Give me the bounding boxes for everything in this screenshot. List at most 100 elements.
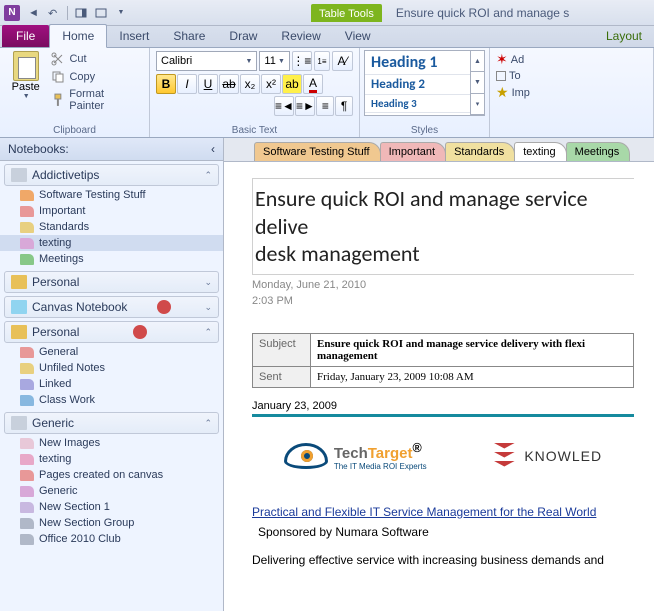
notebook-name: Addictivetips [32, 168, 99, 182]
section-item[interactable]: Software Testing Stuff [0, 187, 223, 203]
subscript-button[interactable]: x₂ [240, 74, 260, 94]
notebook-header[interactable]: Personal ⌄ [4, 271, 219, 293]
section-name: Meetings [39, 253, 84, 265]
underline-button[interactable]: U [198, 74, 218, 94]
style-heading2[interactable]: Heading 2 [365, 75, 470, 95]
section-tab[interactable]: Meetings [566, 142, 631, 161]
section-item[interactable]: Office 2010 Club [0, 531, 223, 547]
font-name-dropdown[interactable]: Calibri▼ [156, 51, 257, 71]
section-item[interactable]: Generic [0, 483, 223, 499]
format-painter-button[interactable]: Format Painter [49, 87, 143, 113]
section-name: Software Testing Stuff [39, 189, 146, 201]
tab-draw[interactable]: Draw [217, 25, 269, 47]
tab-insert[interactable]: Insert [107, 25, 161, 47]
section-item[interactable]: New Section 1 [0, 499, 223, 515]
section-item[interactable]: New Images [0, 435, 223, 451]
clear-format-button[interactable]: A⁄ [332, 51, 353, 71]
gallery-down-button[interactable]: ▼ [471, 72, 484, 93]
strikethrough-button[interactable]: ab [219, 74, 239, 94]
notebook-icon [11, 325, 27, 339]
section-item[interactable]: Pages created on canvas [0, 467, 223, 483]
section-tab[interactable]: Standards [445, 142, 515, 161]
tab-view[interactable]: View [333, 25, 383, 47]
section-tab-icon [20, 502, 34, 513]
section-tab[interactable]: texting [514, 142, 566, 161]
section-item[interactable]: Linked [0, 376, 223, 392]
tab-share[interactable]: Share [161, 25, 217, 47]
section-tab[interactable]: Important [380, 142, 446, 161]
paragraph-spacing-button[interactable]: ¶ [335, 96, 353, 116]
section-item[interactable]: Unfiled Notes [0, 360, 223, 376]
extra-imp-button[interactable]: ★Imp [496, 84, 647, 101]
tab-home[interactable]: Home [49, 24, 107, 48]
section-name: Linked [39, 378, 71, 390]
style-heading1[interactable]: Heading 1 [365, 51, 470, 75]
qat-back-button[interactable]: ◄ [25, 4, 43, 22]
section-item[interactable]: texting [0, 451, 223, 467]
tab-review[interactable]: Review [269, 25, 332, 47]
notebook-icon [11, 275, 27, 289]
file-tab[interactable]: File [2, 25, 49, 47]
notebook-name: Generic [32, 416, 74, 430]
styles-group-label: Styles [360, 125, 489, 136]
section-item[interactable]: Important [0, 203, 223, 219]
notebook-header[interactable]: Canvas Notebook ⌄ [4, 296, 219, 318]
section-item[interactable]: Class Work [0, 392, 223, 408]
bullets-button[interactable]: ⋮≡ [292, 51, 312, 71]
section-name: Unfiled Notes [39, 362, 105, 374]
page-title[interactable]: Ensure quick ROI and manage service deli… [252, 178, 634, 275]
notebook-icon [11, 416, 27, 430]
font-color-button[interactable]: A [303, 74, 323, 94]
tab-layout[interactable]: Layout [594, 25, 654, 47]
table-row: Sent Friday, January 23, 2009 10:08 AM [253, 366, 634, 387]
sidebar-header[interactable]: Notebooks: ‹ [0, 138, 223, 161]
styles-gallery[interactable]: Heading 1 Heading 2 Heading 3 ▲ ▼ ▾ [364, 50, 485, 116]
extra-to-button[interactable]: To [496, 70, 647, 82]
bold-button[interactable]: B [156, 74, 176, 94]
section-item[interactable]: texting [0, 235, 223, 251]
article-link[interactable]: Practical and Flexible IT Service Manage… [252, 505, 596, 519]
numbering-button[interactable]: 1≡ [314, 51, 330, 71]
sync-error-icon [157, 300, 171, 314]
qat-customize-dropdown[interactable]: ▼ [112, 4, 130, 22]
cut-button[interactable]: Cut [49, 51, 143, 67]
notebook-header[interactable]: Personal ⌃ [4, 321, 219, 343]
page-title-line1: Ensure quick ROI and manage service deli… [255, 185, 588, 240]
section-tab[interactable]: Software Testing Stuff [254, 142, 381, 161]
align-button[interactable]: ≡ [316, 96, 334, 116]
style-heading3[interactable]: Heading 3 [365, 95, 470, 113]
paste-button[interactable]: Paste ▼ [6, 51, 45, 113]
chevron-icon: ⌃ [204, 418, 212, 429]
notebook-header[interactable]: Addictivetips ⌃ [4, 164, 219, 186]
section-item[interactable]: Meetings [0, 251, 223, 267]
section-name: New Images [39, 437, 100, 449]
section-item[interactable]: General [0, 344, 223, 360]
section-item[interactable]: Standards [0, 219, 223, 235]
section-tab-icon [20, 379, 34, 390]
format-painter-label: Format Painter [69, 88, 141, 112]
superscript-button[interactable]: x² [261, 74, 281, 94]
font-size-dropdown[interactable]: 11▼ [259, 51, 289, 71]
gallery-up-button[interactable]: ▲ [471, 51, 484, 72]
copy-button[interactable]: Copy [49, 69, 143, 85]
extra-ad-button[interactable]: ✶Ad [496, 51, 647, 68]
qat-dock-button[interactable] [72, 4, 90, 22]
article-link-line: Practical and Flexible IT Service Manage… [252, 505, 634, 519]
highlight-button[interactable]: ab [282, 74, 302, 94]
brush-icon [51, 93, 65, 107]
registered-icon: ® [412, 441, 421, 455]
gallery-more-button[interactable]: ▾ [471, 94, 484, 115]
qat-fullpage-button[interactable] [92, 4, 110, 22]
italic-button[interactable]: I [177, 74, 197, 94]
qat-undo-button[interactable]: ↶ [45, 4, 63, 22]
basic-text-group-label: Basic Text [150, 125, 359, 136]
section-item[interactable]: New Section Group [0, 515, 223, 531]
sidebar-header-label: Notebooks: [8, 142, 69, 156]
copy-icon [51, 70, 65, 84]
notebook-header[interactable]: Generic ⌃ [4, 412, 219, 434]
indent-button[interactable]: ≡► [295, 96, 315, 116]
outdent-button[interactable]: ≡◄ [274, 96, 294, 116]
section-name: Class Work [39, 394, 95, 406]
page-content[interactable]: Ensure quick ROI and manage service deli… [224, 162, 654, 611]
app-icon: N [4, 5, 20, 21]
